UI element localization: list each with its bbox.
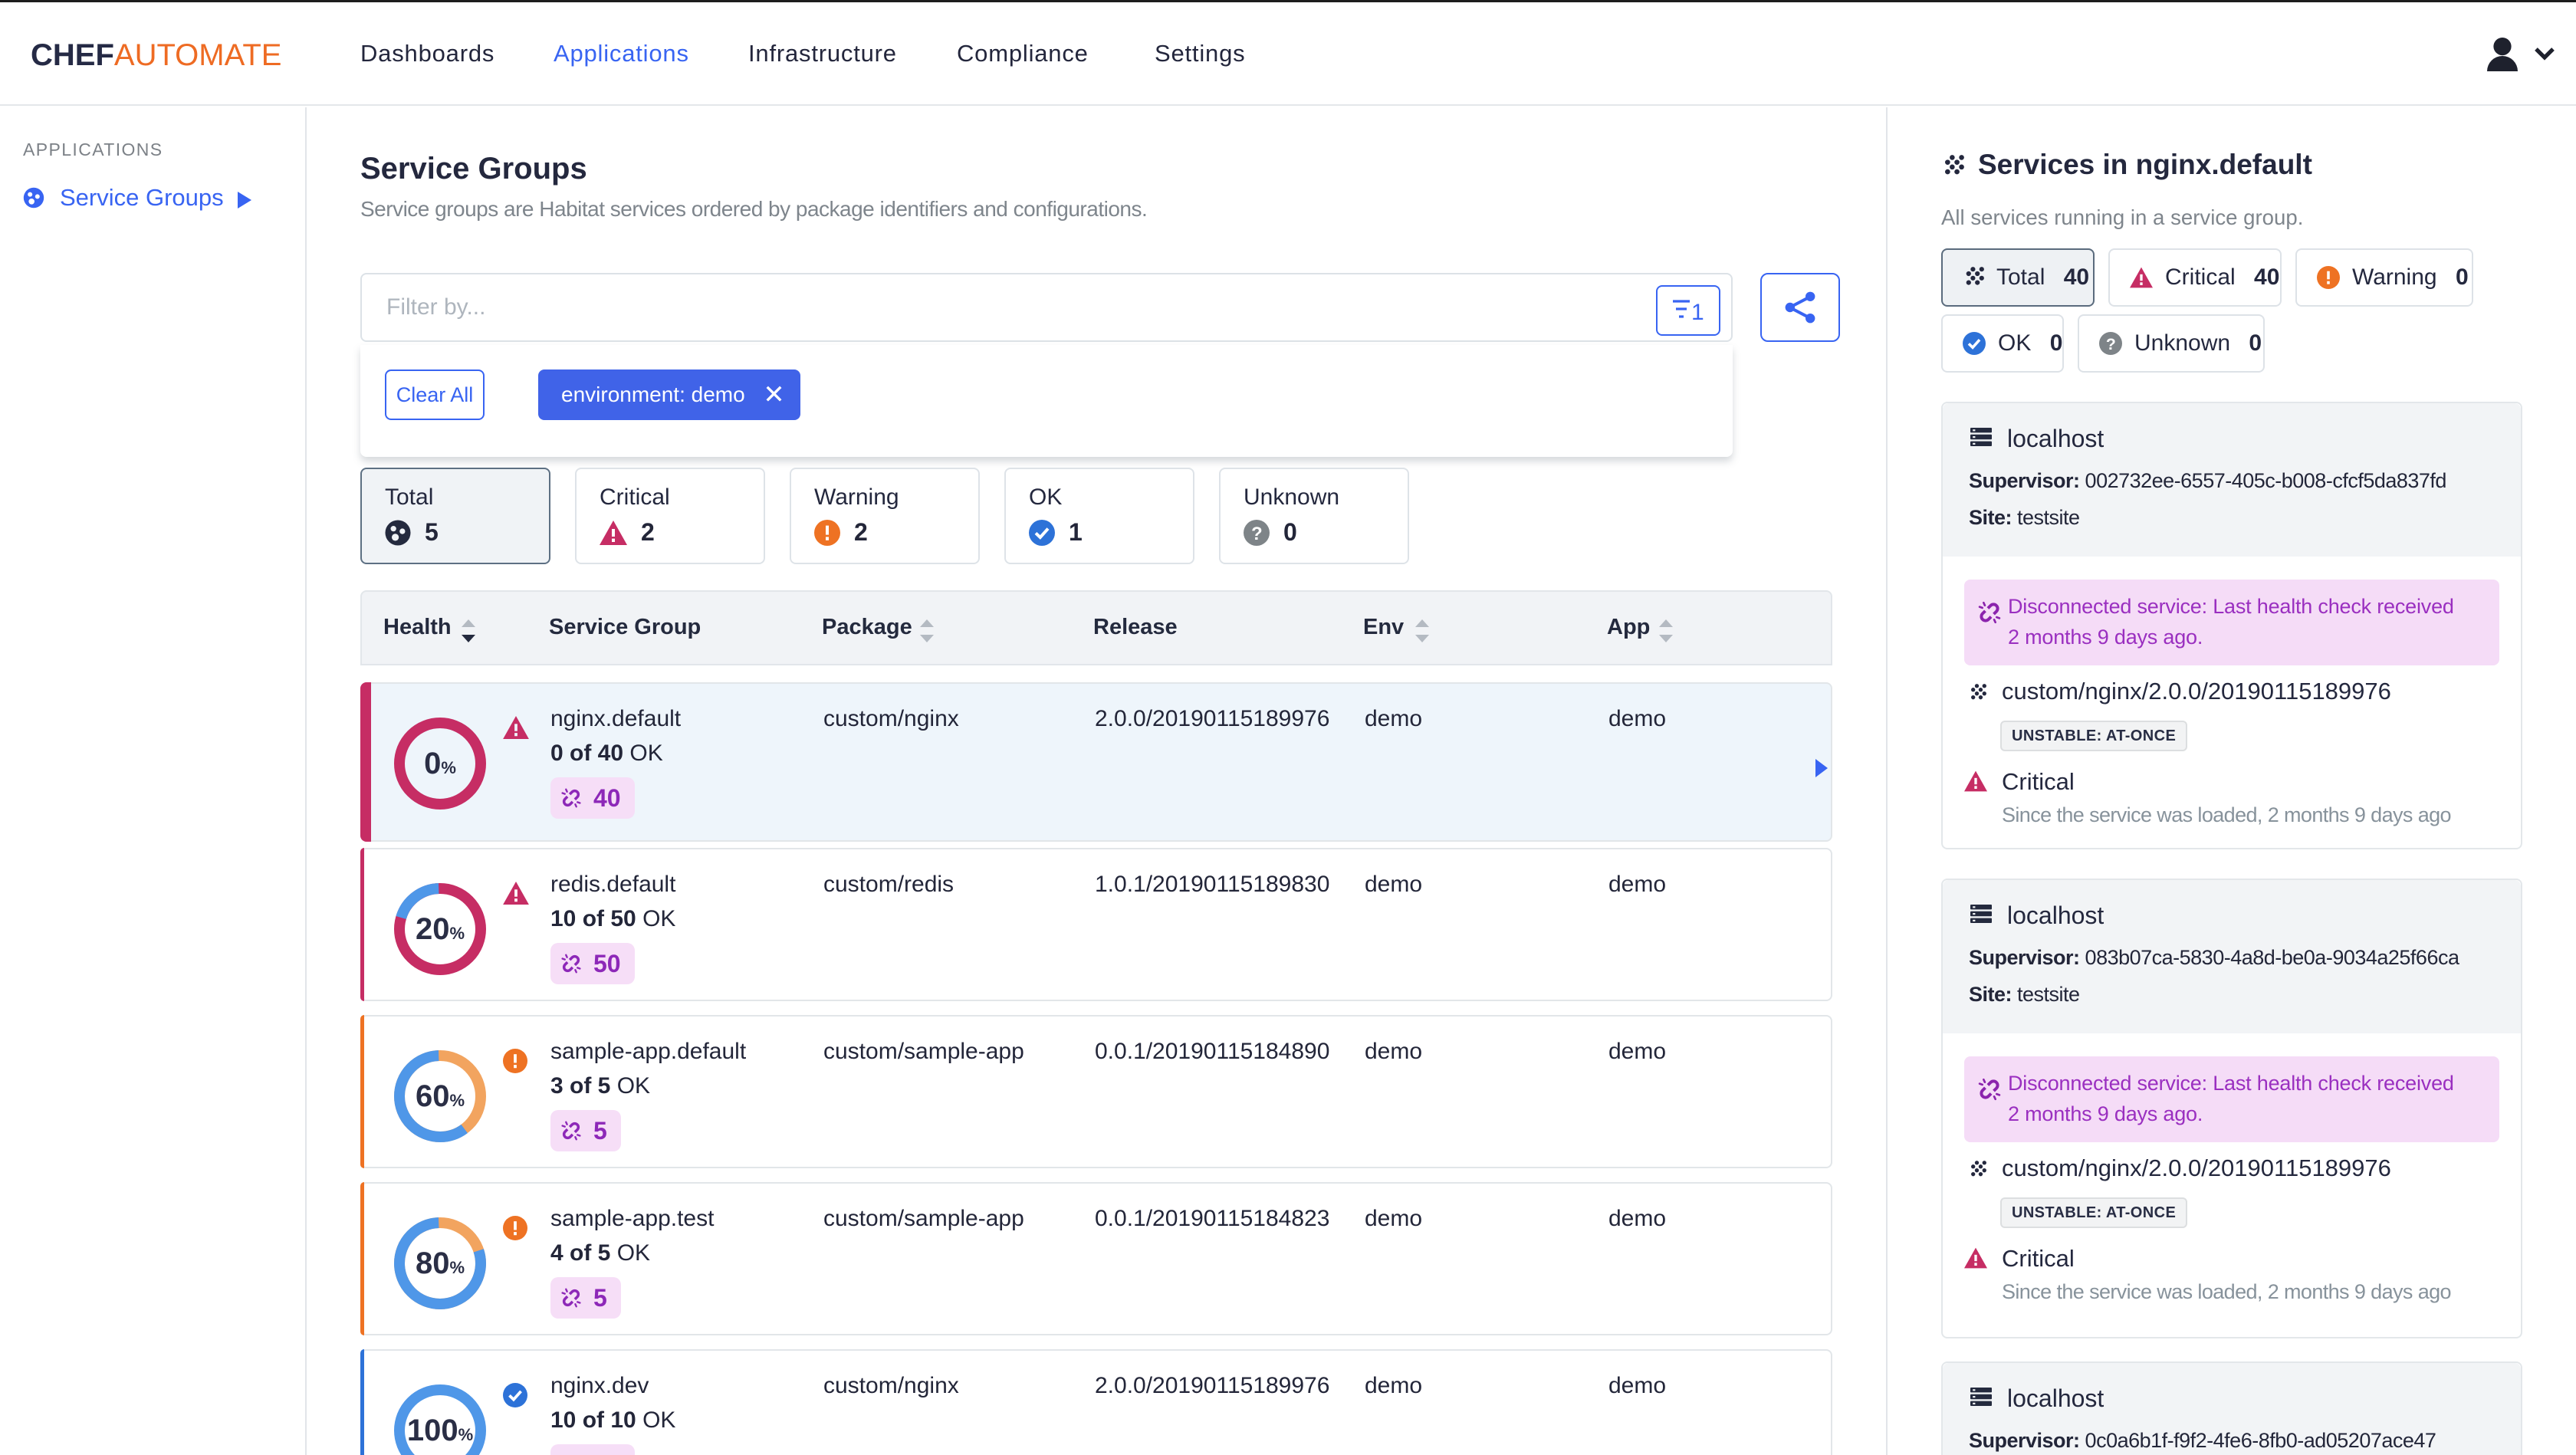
svg-text:1: 1 (1691, 300, 1704, 323)
svg-text:?: ? (1251, 524, 1263, 544)
svg-text:?: ? (2106, 336, 2116, 353)
